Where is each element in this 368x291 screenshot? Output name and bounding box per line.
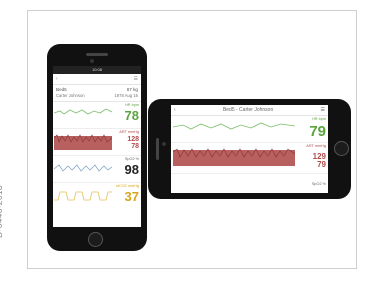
- landscape-title: Bed5 - Carter Johnson: [222, 107, 274, 113]
- front-camera: [90, 59, 94, 63]
- landscape-art-diastolic: 79: [317, 160, 326, 169]
- landscape-screen: ‹ Bed5 - Carter Johnson ☰ HR bpm 79 ART …: [171, 105, 328, 193]
- figure-id: D-6446-2018: [0, 185, 4, 238]
- landscape-art-tile[interactable]: ART mmHg 129 79: [171, 143, 328, 174]
- landscape-hr-tile[interactable]: HR bpm 79: [171, 116, 328, 143]
- speaker-grille: [156, 138, 159, 160]
- landscape-hr-value: 79: [309, 123, 326, 140]
- front-camera: [162, 142, 166, 146]
- art-systolic: 128: [127, 136, 139, 143]
- hr-waveform: [54, 108, 112, 115]
- landscape-art-label: ART mmHg: [306, 144, 326, 148]
- home-button[interactable]: [88, 232, 103, 247]
- etco2-waveform: [54, 191, 112, 201]
- landscape-art-waveform: [173, 148, 295, 166]
- nav-bar: ‹ ☰: [53, 74, 141, 85]
- spo2-waveform: [54, 164, 112, 172]
- art-diastolic: 78: [131, 143, 139, 150]
- spo2-label: SpO2 %: [124, 157, 139, 161]
- etco2-label: etCO2 mmHg: [115, 184, 139, 188]
- status-bar: 10:08: [53, 66, 141, 74]
- art-label: ART mmHg: [119, 130, 139, 134]
- status-time: 10:08: [91, 67, 102, 72]
- patient-name: Carter Johnson: [56, 93, 85, 98]
- etco2-value: 37: [124, 189, 139, 204]
- chevron-left-icon[interactable]: ‹: [174, 107, 176, 113]
- landscape-header: ‹ Bed5 - Carter Johnson ☰: [171, 105, 328, 116]
- hr-value: 78: [124, 108, 139, 123]
- chevron-left-icon[interactable]: ‹: [56, 76, 58, 82]
- landscape-hr-waveform: [173, 122, 295, 130]
- landscape-phone: ‹ Bed5 - Carter Johnson ☰ HR bpm 79 ART …: [148, 99, 351, 199]
- art-waveform: [54, 134, 112, 150]
- etco2-tile[interactable]: etCO2 mmHg 37: [53, 183, 141, 209]
- landscape-spo2-tile[interactable]: SpO2 %: [171, 174, 328, 193]
- hamburger-menu-icon[interactable]: ☰: [321, 107, 325, 113]
- portrait-screen: 10:08 ‹ ☰ Bed5 67 kg Carter Johnson 1978…: [53, 66, 141, 227]
- spo2-value: 98: [124, 162, 139, 177]
- hr-label: HR bpm: [125, 103, 139, 107]
- spo2-tile[interactable]: SpO2 % 98: [53, 156, 141, 183]
- patient-header: Bed5 67 kg Carter Johnson 1978 Aug 16: [53, 85, 141, 102]
- art-tile[interactable]: ART mmHg 128 78: [53, 129, 141, 156]
- patient-dob: 1978 Aug 16: [114, 93, 138, 98]
- landscape-hr-label: HR bpm: [312, 117, 326, 121]
- hamburger-menu-icon[interactable]: ☰: [134, 76, 138, 82]
- landscape-spo2-label: SpO2 %: [311, 182, 326, 186]
- portrait-phone: 10:08 ‹ ☰ Bed5 67 kg Carter Johnson 1978…: [47, 44, 147, 251]
- home-button[interactable]: [334, 141, 349, 156]
- speaker-grille: [86, 53, 108, 56]
- hr-tile[interactable]: HR bpm 78: [53, 102, 141, 129]
